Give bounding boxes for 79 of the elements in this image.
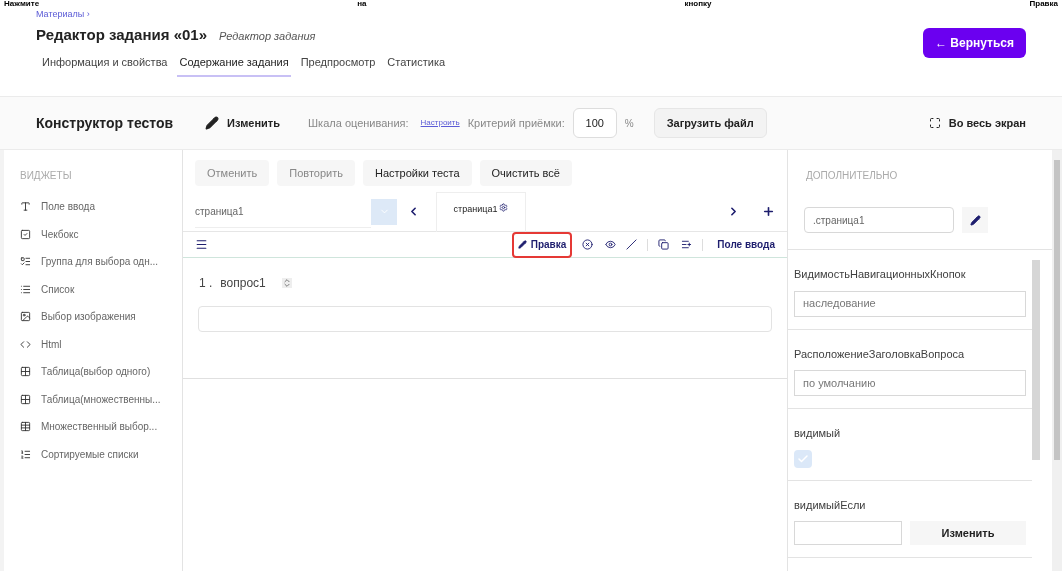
fullscreen-icon: [928, 117, 941, 129]
edit-question-button[interactable]: Правка: [511, 231, 573, 258]
tab[interactable]: Информация и свойства: [40, 54, 170, 77]
object-name-field[interactable]: .страница1: [804, 207, 954, 233]
action-button[interactable]: Настройки теста: [362, 160, 472, 186]
property-label: видимый: [794, 426, 842, 441]
question-title: вопрос1: [220, 275, 266, 292]
criterion-label: Критерий приёмки:: [467, 115, 565, 131]
widget-item[interactable]: Множественный выбор...: [20, 413, 182, 441]
copy-icon: [658, 239, 670, 250]
fullscreen-button[interactable]: Во весь экран: [928, 114, 1026, 132]
pencil-icon: [205, 116, 220, 130]
constructor-title: Конструктор тестов: [36, 113, 174, 133]
instruction-word: Нажмите: [4, 0, 40, 8]
widget-item[interactable]: Таблица(множественны...: [20, 385, 182, 413]
action-button[interactable]: Очистить всё: [479, 160, 572, 186]
check-icon: [797, 452, 809, 465]
grid-icon: [20, 366, 31, 378]
property-select[interactable]: наследование: [794, 290, 1026, 317]
widget-item[interactable]: Чекбокс: [20, 220, 182, 248]
slash-icon: [626, 239, 638, 250]
pencil-icon: [517, 240, 527, 249]
widget-item[interactable]: Таблица(выбор одного): [20, 358, 182, 386]
criterion-field[interactable]: 100: [572, 108, 617, 138]
property-select[interactable]: по умолчанию: [794, 370, 1026, 396]
upload-button[interactable]: Загрузить файл: [653, 108, 767, 138]
widget-item[interactable]: Группа для выбора одн...: [20, 248, 182, 276]
question-number: 1 .: [199, 275, 213, 292]
table-icon: [20, 421, 31, 433]
widget-item[interactable]: Выбор изображения: [20, 303, 182, 331]
property-label: видимыйЕсли: [794, 497, 867, 513]
eye-icon: [605, 239, 617, 250]
updown-icon: [281, 278, 292, 288]
list-icon: [20, 256, 31, 268]
widget-item[interactable]: Сортируемые списки: [20, 440, 182, 468]
edit-name-button[interactable]: [962, 207, 988, 233]
breadcrumb-link[interactable]: Материалы ›: [36, 8, 448, 22]
percent-sign: %: [624, 116, 634, 131]
answer-field[interactable]: [198, 306, 772, 332]
code-icon: [20, 338, 31, 350]
grid-icon: [20, 393, 31, 405]
menu-icon: [195, 238, 208, 251]
property-label: РасположениеЗаголовкаВопроса: [794, 346, 966, 362]
gear-icon: [499, 202, 509, 212]
property-label: ВидимостьНавигационныхКнопок: [794, 267, 967, 282]
pencil-icon: [969, 214, 981, 226]
edit-button[interactable]: Изменить: [205, 114, 281, 132]
tab[interactable]: Предпросмотр: [298, 54, 378, 77]
instruction-word: Правка: [1029, 0, 1058, 8]
instruction-word: на: [357, 0, 367, 8]
instruction-word: кнопку: [684, 0, 712, 8]
text-icon: [20, 201, 31, 213]
configure-link[interactable]: Настроить: [420, 117, 460, 129]
properties-heading: ДОПОЛНИТЕЛЬНО: [805, 169, 899, 183]
question-type[interactable]: Поле ввода: [717, 237, 775, 252]
close-icon: [582, 239, 594, 250]
page-tab[interactable]: страница1: [436, 191, 526, 232]
page-title: Редактор задания «01»: [36, 24, 208, 45]
list-add-icon: [681, 239, 693, 250]
image-icon: [20, 311, 31, 323]
change-button[interactable]: Изменить: [910, 521, 1026, 545]
widget-item[interactable]: Html: [20, 330, 182, 358]
tab[interactable]: Содержание задания: [177, 54, 291, 77]
scrollbar[interactable]: [1052, 150, 1062, 571]
checkbox-icon: [20, 228, 31, 240]
widget-item[interactable]: Список: [20, 275, 182, 303]
dropdown-toggle[interactable]: [371, 198, 397, 225]
add-page-icon: [762, 205, 775, 218]
list-icon: [20, 448, 31, 460]
property-checkbox[interactable]: [794, 449, 812, 468]
inner-scrollbar[interactable]: [1032, 260, 1040, 460]
widgets-heading: ВИДЖЕТЫ: [20, 169, 73, 183]
back-button[interactable]: ← Вернуться: [923, 28, 1026, 58]
list-icon: [20, 283, 31, 295]
scale-label: Шкала оценивания:: [308, 115, 409, 131]
tab[interactable]: Статистика: [385, 54, 448, 77]
condition-field[interactable]: [794, 521, 902, 545]
widget-item[interactable]: Поле ввода: [20, 193, 182, 221]
page-subtitle: Редактор задания: [219, 28, 316, 44]
